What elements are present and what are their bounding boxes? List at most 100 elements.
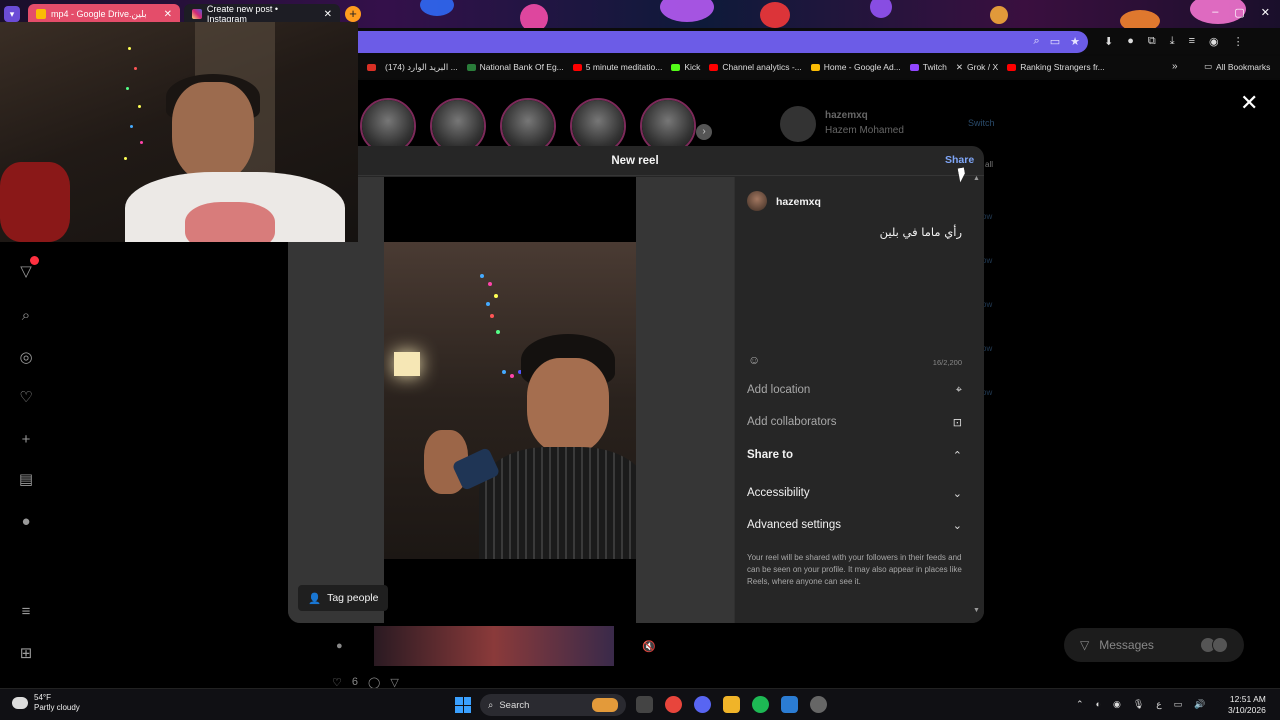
spotify-icon[interactable] [752,696,769,713]
share-notice: Your reel will be shared with your follo… [747,553,962,586]
advanced-settings-section[interactable]: Advanced settings ⌄ [747,514,962,536]
see-all-link[interactable]: all [985,160,993,169]
bookmark-label: Home - Google Ad... [823,62,901,72]
all-bookmarks-label: All Bookmarks [1216,61,1271,72]
create-plus-icon[interactable]: + [14,428,38,452]
reel-video[interactable] [384,177,636,623]
windows-taskbar: 54°F Partly cloudy ⌕ Search ⌃ ◐ ◉ 🎙 ع ▭ [0,688,1280,720]
tab-search-button[interactable]: ▾ [4,6,20,22]
download-icon[interactable]: ⤓ [1170,35,1175,48]
scroll-down-arrow[interactable]: ▼ [973,607,980,614]
apps-grid-icon[interactable]: ⊞ [14,642,38,666]
explore-compass-icon[interactable]: ◎ [14,346,38,370]
taskbar-search[interactable]: ⌕ Search [480,694,626,716]
bookmark-label: Kick [684,62,701,72]
bookmark-kick[interactable]: Kick [671,62,700,72]
bank-icon [466,63,476,71]
bookmark-star-icon[interactable]: ★ [1070,35,1080,48]
accessibility-section[interactable]: Accessibility ⌄ [747,482,962,504]
mute-icon[interactable]: 🔇 [642,640,656,653]
temperature: 54°F [34,693,51,702]
input-language[interactable]: ع [1156,699,1161,710]
system-clock[interactable]: 12:51 AM 3/10/2026 [1228,694,1266,716]
stories-next-button[interactable]: › [696,124,712,140]
profile-avatar-icon[interactable]: ● [14,510,38,534]
tray-overflow-chevron[interactable]: ⌃ [1076,699,1084,710]
bookmark-label: Ranking Strangers fr... [1020,62,1105,72]
search-highlight-image [592,698,618,712]
maximize-icon[interactable]: ▢ [1234,6,1244,19]
author-username: hazemxq [776,196,821,208]
bookmark-google-ads[interactable]: Home - Google Ad... [810,62,901,72]
close-tab-icon[interactable]: ✕ [324,9,332,20]
menu-icon[interactable]: ≡ [14,600,38,624]
emoji-picker-icon[interactable]: ☺ [748,353,760,367]
tag-people-button[interactable]: 👤 Tag people [298,585,389,611]
folder-icon: ▭ [1204,61,1213,71]
caption-input[interactable]: رأي ماما في بلين [755,225,962,239]
wallpaper-shape [870,0,892,18]
microphone-icon[interactable]: 🎙 [1133,699,1144,710]
youtube-icon [709,63,719,71]
file-explorer-icon[interactable] [723,696,740,713]
tray-app-icon[interactable]: ◐ [1096,699,1101,710]
profile-avatar-icon[interactable]: ◉ [1209,35,1219,48]
volume-icon[interactable]: 🔊 [1194,699,1205,710]
dashboard-icon[interactable]: ▤ [14,468,38,492]
bookmark-nbe[interactable]: National Bank Of Eg... [466,62,564,72]
minimize-icon[interactable]: – [1212,6,1218,19]
weather-widget[interactable]: 54°F Partly cloudy [12,693,80,713]
bookmarks-bar: (174) البريد الوارد ... National Bank Of… [358,56,1280,78]
bookmark-grok[interactable]: ✕ Grok / X [956,62,998,73]
bookmark-twitch[interactable]: Twitch [909,62,947,72]
account-username[interactable]: hazemxq [825,110,868,121]
bookmark-ranking-strangers[interactable]: Ranking Strangers fr... [1007,62,1105,72]
media-control-icon[interactable]: ≡ [1189,35,1195,48]
kick-icon [671,63,681,71]
close-tab-icon[interactable]: ✕ [164,9,172,20]
network-icon[interactable]: ▭ [1174,699,1183,710]
bookmark-meditation[interactable]: 5 minute meditatio... [572,62,663,72]
extension-icon[interactable]: ⬇ [1104,35,1113,48]
switch-account-link[interactable]: Switch [968,118,995,128]
add-location-row[interactable]: Add location ⌖ [747,379,962,401]
add-collaborators-row[interactable]: Add collaborators ⊡ [747,411,962,433]
bookmark-label: Channel analytics -... [722,62,802,72]
discord-icon[interactable] [694,696,711,713]
messages-button[interactable]: ▽ Messages [1064,628,1244,662]
all-bookmarks-button[interactable]: ▭ All Bookmarks [1204,61,1270,72]
extensions-puzzle-icon[interactable]: ⧉ [1148,35,1156,48]
address-bar[interactable]: ⌕ ▭ ★ [358,31,1088,53]
close-window-icon[interactable]: ✕ [1261,6,1270,19]
extension-icon[interactable]: ● [1127,35,1134,48]
new-tab-button[interactable]: + [345,6,361,22]
tab-google-drive[interactable]: mp4 - Google Drive.بلين ✕ [28,4,180,24]
avatar[interactable] [780,106,816,142]
bookmark-inbox[interactable]: (174) البريد الوارد ... [385,62,458,73]
filter-icon[interactable]: ▽ [14,256,39,284]
post-image[interactable] [374,626,614,666]
menu-kebab-icon[interactable]: ⋮ [1233,35,1244,48]
bookmark-channel-analytics[interactable]: Channel analytics -... [709,62,802,72]
cast-icon[interactable]: ▭ [1050,35,1060,48]
share-to-section[interactable]: Share to ⌃ [747,444,962,466]
search-icon[interactable]: ⌕ [14,304,38,328]
bookmark-label: 5 minute meditatio... [585,62,663,72]
instagram-icon [192,9,202,19]
share-button[interactable]: Share [945,154,974,166]
app-icon[interactable] [810,696,827,713]
person-face [527,358,609,454]
gmail-bookmark-icon[interactable] [367,63,376,71]
bookmarks-overflow-chevron[interactable]: » [1172,61,1178,72]
start-button[interactable] [455,697,471,713]
app-icon[interactable] [781,696,798,713]
zoom-icon[interactable]: ⌕ [1034,35,1040,48]
discord-tray-icon[interactable]: ◉ [1113,699,1121,710]
chrome-icon[interactable] [665,696,682,713]
tab-instagram[interactable]: Create new post • Instagram ✕ [184,4,340,24]
close-modal-icon[interactable]: ✕ [1240,90,1258,116]
heart-icon[interactable]: ♡ [14,386,38,410]
google-drive-icon [36,9,46,19]
task-view-icon[interactable] [636,696,653,713]
scroll-up-arrow[interactable]: ▲ [973,175,980,182]
